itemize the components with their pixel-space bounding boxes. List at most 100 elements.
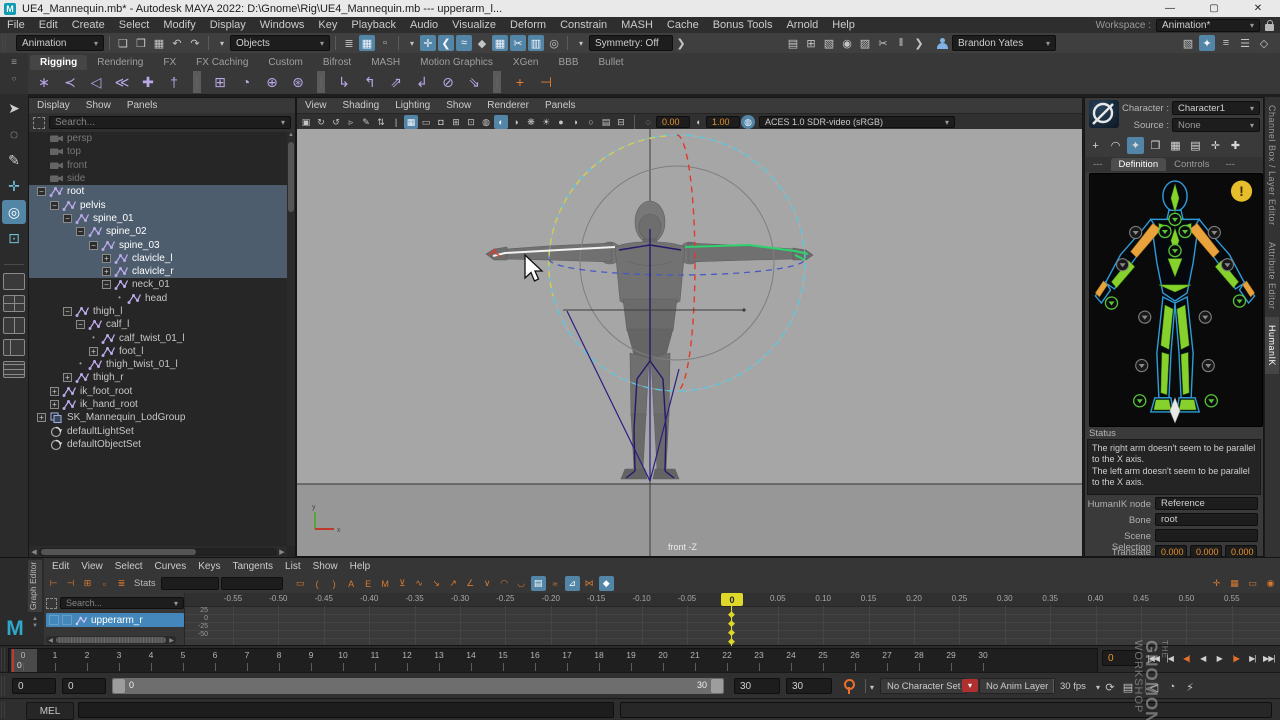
outliner-item[interactable]: calf_l <box>29 318 287 331</box>
outliner-menu-item[interactable]: Show <box>78 100 119 111</box>
viewport-menu-item[interactable]: Panels <box>537 100 584 111</box>
user-dropdown[interactable]: Brandon Yates <box>952 35 1056 51</box>
snap-release-icon[interactable]: ◎ <box>546 35 562 51</box>
redo-icon[interactable]: ↷ <box>187 35 203 51</box>
textured-icon[interactable]: ❋ <box>524 115 538 129</box>
character-thumbnail-icon[interactable] <box>1089 100 1119 128</box>
character-definition-diagram[interactable]: ! <box>1089 173 1263 427</box>
outliner-item[interactable]: foot_l <box>29 345 287 358</box>
expand-toggle-icon[interactable] <box>102 254 111 263</box>
shelf-tab[interactable]: MASH <box>361 55 410 70</box>
outliner-item[interactable]: defaultObjectSet <box>29 438 287 451</box>
menu-item[interactable]: Audio <box>403 19 445 31</box>
save-scene-icon[interactable]: ▦ <box>151 35 167 51</box>
modeling-toolkit-icon[interactable]: ▧ <box>1180 35 1196 51</box>
step-forward-frame-button[interactable]: ▶| <box>1245 654 1260 663</box>
menu-item[interactable]: Modify <box>156 19 202 31</box>
menu-item[interactable]: Windows <box>253 19 312 31</box>
outliner-item[interactable]: spine_03 <box>29 238 287 251</box>
two-d-pan-icon[interactable]: ▹ <box>344 115 358 129</box>
camera-attrs-icon[interactable]: ▣ <box>299 115 313 129</box>
hik-field-value[interactable] <box>1155 529 1258 542</box>
auto-key-icon[interactable] <box>842 679 854 693</box>
outliner-item[interactable]: front <box>29 159 287 172</box>
clamped-tangent-icon[interactable]: M <box>378 576 393 591</box>
panel-scroll-arrows[interactable]: ▲▼ <box>30 616 40 630</box>
expand-toggle-icon[interactable] <box>89 334 98 343</box>
workspace-dropdown[interactable]: Animation* <box>1156 19 1260 32</box>
outliner-item[interactable]: thigh_l <box>29 305 287 318</box>
layout-four-pane-button[interactable] <box>3 295 25 312</box>
shelf-tab[interactable]: XGen <box>503 55 549 70</box>
open-scene-icon[interactable]: ❒ <box>133 35 149 51</box>
menu-item[interactable]: Display <box>203 19 253 31</box>
animation-start-field[interactable]: 0 <box>12 678 56 694</box>
snap-projected-icon[interactable]: ◆ <box>474 35 490 51</box>
menu-item[interactable]: MASH <box>614 19 660 31</box>
camera-gate-icon[interactable]: ⇅ <box>374 115 388 129</box>
new-scene-icon[interactable]: ❏ <box>115 35 131 51</box>
graph-editor-menu-item[interactable]: Tangents <box>226 561 279 572</box>
cut-keys-icon[interactable]: ✂ <box>875 35 891 51</box>
outliner-item[interactable]: top <box>29 145 287 158</box>
play-forwards-button[interactable]: ▶ <box>1212 654 1227 663</box>
time-slider-playhead[interactable] <box>12 649 14 672</box>
outliner-item[interactable]: spine_01 <box>29 212 287 225</box>
outliner-menu-item[interactable]: Panels <box>119 100 166 111</box>
shelf-tab[interactable]: Rigging <box>30 55 87 70</box>
render-frame-icon[interactable]: ⊞ <box>803 35 819 51</box>
current-time-field[interactable]: 0 <box>1102 650 1140 666</box>
menu-set-dropdown[interactable]: Animation <box>16 35 104 51</box>
isolate-select-icon[interactable]: ▤ <box>599 115 613 129</box>
paint-select-tool-icon[interactable]: ✎ <box>2 148 26 172</box>
close-button[interactable]: ✕ <box>1236 3 1280 14</box>
playblast-icon[interactable]: ▤ <box>1120 679 1136 695</box>
menu-item[interactable]: File <box>0 19 32 31</box>
expand-toggle-icon[interactable] <box>89 347 98 356</box>
spline-tangent-icon[interactable]: E <box>361 576 376 591</box>
play-backwards-button[interactable]: ◀ <box>1196 654 1211 663</box>
hik-field-value[interactable]: root <box>1155 513 1258 526</box>
snap-view-icon[interactable]: ▦ <box>492 35 508 51</box>
attribute-editor-toggle-icon[interactable]: ☰ <box>1237 35 1253 51</box>
exposure-field[interactable]: 0.00 <box>656 116 690 128</box>
graph-editor-menu-item[interactable]: Show <box>307 561 344 572</box>
snap-point-icon[interactable]: ≈ <box>456 35 472 51</box>
outliner-search-input[interactable]: Search... <box>49 116 291 129</box>
move-tool-icon[interactable]: ✛ <box>2 174 26 198</box>
wireframe-icon[interactable]: ◐ <box>494 115 508 129</box>
menu-item[interactable]: Create <box>65 19 112 31</box>
snap-curve-icon[interactable]: ❮ <box>438 35 454 51</box>
shelf-tab[interactable]: FX Caching <box>186 55 258 70</box>
wrap-deformer-icon[interactable]: ⊕ <box>260 71 284 93</box>
character-controls-icon[interactable]: ✦ <box>1199 35 1215 51</box>
playback-end-field[interactable]: 30 <box>734 678 780 694</box>
outliner-item[interactable]: persp <box>29 132 287 145</box>
open-graph-editor-icon[interactable]: ▦ <box>1227 576 1242 591</box>
lattice-deform-keys-icon[interactable]: ⊞ <box>80 576 95 591</box>
select-object-icon[interactable]: ▦ <box>359 35 375 51</box>
lock-workspace-icon[interactable] <box>1265 24 1274 31</box>
graph-editor-menu-item[interactable]: View <box>75 561 109 572</box>
graph-list-scrollbar[interactable]: ◀▶ <box>46 636 176 644</box>
save-skeleton-icon[interactable]: ▦ <box>1167 137 1184 154</box>
graph-editor-tab[interactable]: Graph Editor <box>28 560 42 612</box>
outliner-item[interactable]: defaultLightSet <box>29 425 287 438</box>
anim-layer-icon[interactable]: ▾ <box>962 679 978 692</box>
shelf-tab[interactable]: Bullet <box>589 55 634 70</box>
make-live-icon[interactable]: ✂ <box>510 35 526 51</box>
expand-toggle-icon[interactable] <box>89 241 98 250</box>
outliner-item[interactable]: thigh_r <box>29 371 287 384</box>
snap-center-icon[interactable]: ▥ <box>528 35 544 51</box>
create-joint-icon[interactable]: ∗ <box>32 71 56 93</box>
graph-playhead[interactable]: 0 <box>721 593 743 606</box>
normalized-view-icon[interactable]: ◆ <box>599 576 614 591</box>
expand-toggle-icon[interactable] <box>63 307 72 316</box>
expand-toggle-icon[interactable] <box>102 280 111 289</box>
mirror-definition-icon[interactable]: ✛ <box>1207 137 1224 154</box>
render-sequence-icon[interactable]: ▨ <box>857 35 873 51</box>
snap-grid-icon[interactable]: ✛ <box>420 35 436 51</box>
pan-zoom-icon[interactable]: ✛ <box>1209 576 1224 591</box>
outliner-item[interactable]: clavicle_r <box>29 265 287 278</box>
expand-toggle-icon[interactable] <box>37 413 46 422</box>
